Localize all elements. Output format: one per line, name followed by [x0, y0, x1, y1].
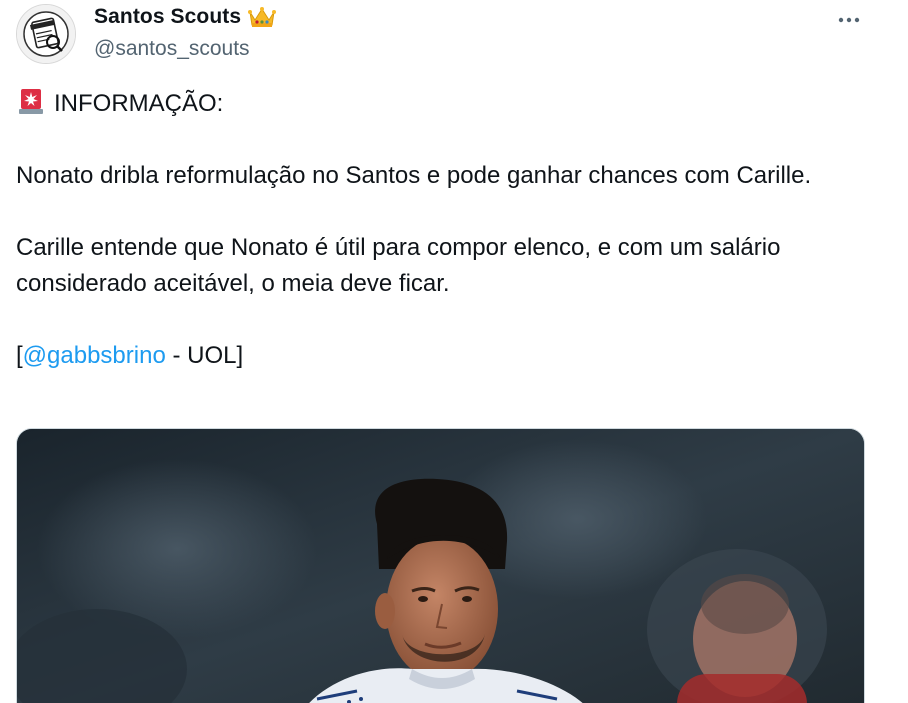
- tweet-text: INFORMAÇÃO: Nonato dribla reformulação n…: [16, 86, 876, 374]
- tweet-headline: INFORMAÇÃO:: [16, 86, 876, 122]
- author-display-name[interactable]: Santos Scouts: [94, 5, 241, 29]
- source-bracket-open: [: [16, 342, 23, 369]
- tweet-media-photo[interactable]: [16, 428, 865, 703]
- tweet-paragraph-1: Nonato dribla reformulação no Santos e p…: [16, 162, 812, 189]
- more-options-button[interactable]: [834, 8, 864, 32]
- author-handle[interactable]: @santos_scouts: [94, 37, 250, 61]
- tweet-paragraph-2: Carille entende que Nonato é útil para c…: [16, 234, 781, 297]
- police-light-emoji-icon: [16, 86, 46, 116]
- tweet-card: Santos Scouts @santos_scouts INFORMAÇÃO:…: [0, 0, 908, 703]
- mention-link[interactable]: @gabbsbrino: [23, 342, 166, 369]
- avatar[interactable]: [16, 4, 76, 64]
- author-name-row: Santos Scouts: [94, 5, 277, 29]
- tweet-headline-text: INFORMAÇÃO:: [54, 90, 224, 117]
- crown-emoji-icon: [247, 5, 277, 29]
- more-options-icon: [838, 17, 860, 23]
- player-photo-image: [17, 429, 864, 703]
- source-rest: - UOL]: [165, 342, 244, 369]
- tweet-source: [@gabbsbrino - UOL]: [16, 338, 876, 374]
- santos-scouts-avatar-icon: [17, 5, 75, 63]
